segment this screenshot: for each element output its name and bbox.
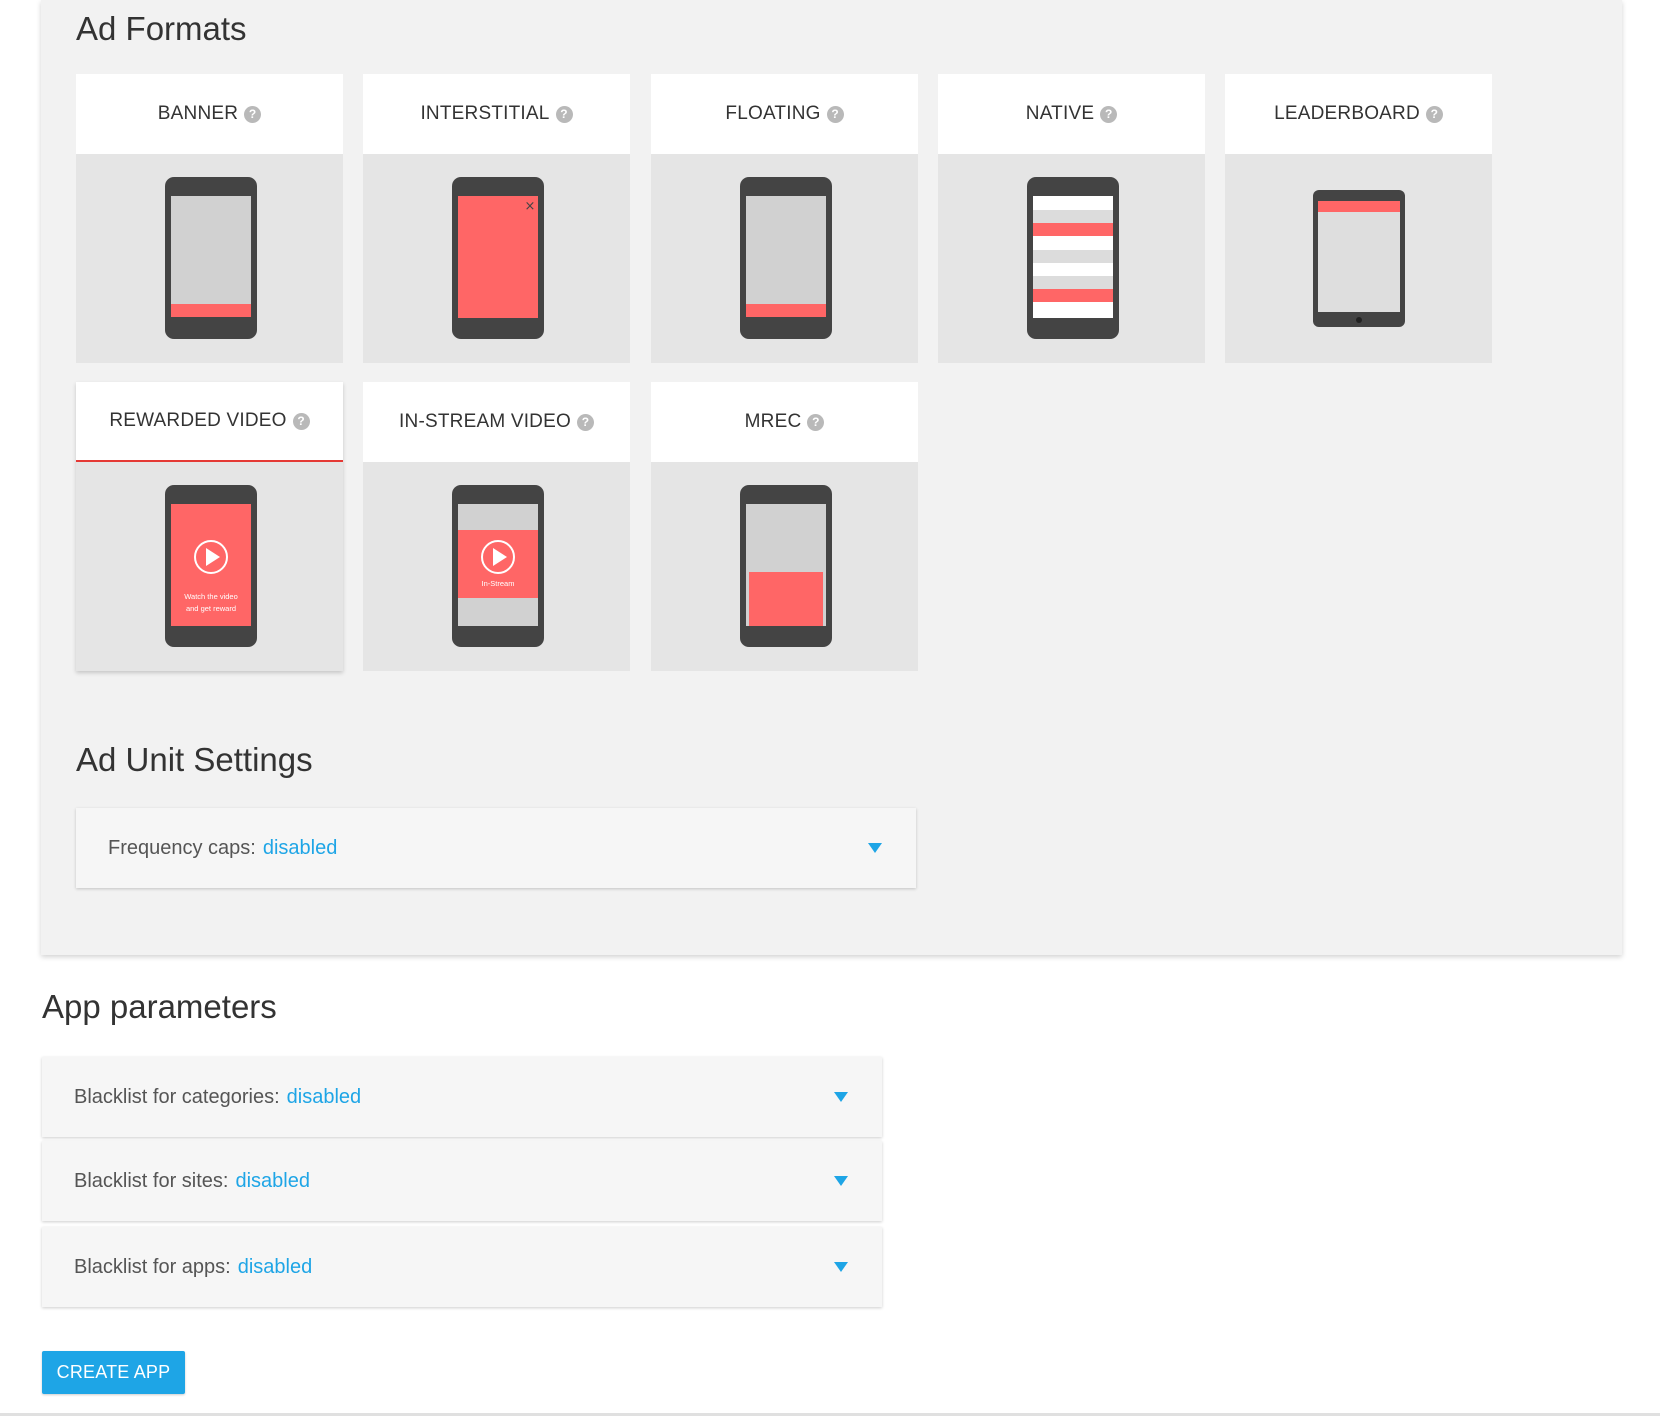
blacklist-sites-label: Blacklist for sites: <box>74 1169 229 1192</box>
help-icon[interactable]: ? <box>576 413 594 431</box>
app-parameters-title: App parameters <box>42 988 277 1025</box>
chevron-down-icon[interactable] <box>834 1092 848 1102</box>
ad-settings-panel: Ad Formats BANNER ? INTERSTITIAL ? × FLO… <box>41 0 1622 955</box>
ad-format-card-banner[interactable]: BANNER ? <box>76 74 343 363</box>
banner-phone-illustration <box>165 177 257 339</box>
chevron-down-icon[interactable] <box>834 1262 848 1272</box>
ad-formats-title: Ad Formats <box>76 10 247 47</box>
card-header: INTERSTITIAL ? <box>363 74 630 154</box>
help-icon[interactable]: ? <box>244 105 262 123</box>
create-app-button[interactable]: CREATE APP <box>42 1351 185 1394</box>
chevron-down-icon[interactable] <box>834 1176 848 1186</box>
frequency-caps-value: disabled <box>262 836 338 859</box>
blacklist-sites-accordion[interactable]: Blacklist for sites: disabled <box>42 1141 882 1221</box>
card-label: LEADERBOARD <box>1274 103 1420 124</box>
blacklist-apps-value: disabled <box>237 1255 313 1278</box>
card-header: FLOATING ? <box>651 74 918 154</box>
in-stream-video-phone-illustration: In-Stream <box>452 485 544 647</box>
card-header: BANNER ? <box>76 74 343 154</box>
card-label: FLOATING <box>725 103 821 124</box>
chevron-down-icon[interactable] <box>868 843 882 853</box>
card-label: INTERSTITIAL <box>420 103 550 124</box>
frequency-caps-accordion[interactable]: Frequency caps: disabled <box>76 808 916 888</box>
card-header: REWARDED VIDEO ? <box>76 382 343 462</box>
card-label: MREC <box>744 411 802 432</box>
card-header: IN-STREAM VIDEO ? <box>363 382 630 462</box>
blacklist-categories-label: Blacklist for categories: <box>74 1085 280 1108</box>
card-header: LEADERBOARD ? <box>1225 74 1492 154</box>
ad-format-card-mrec[interactable]: MREC ? <box>651 382 918 671</box>
video-caption-line2: and get reward <box>186 604 236 613</box>
frequency-caps-label: Frequency caps: <box>108 836 256 859</box>
ad-format-card-native[interactable]: NATIVE ? <box>938 74 1205 363</box>
blacklist-categories-value: disabled <box>286 1085 362 1108</box>
close-icon: × <box>525 199 536 214</box>
leaderboard-tablet-illustration <box>1313 190 1405 327</box>
card-label: REWARDED VIDEO <box>109 410 287 431</box>
interstitial-phone-illustration: × <box>452 177 544 339</box>
help-icon[interactable]: ? <box>555 105 573 123</box>
help-icon[interactable]: ? <box>826 105 844 123</box>
ad-format-card-rewarded-video[interactable]: REWARDED VIDEO ? Watch the video and get… <box>76 382 343 671</box>
card-header: MREC ? <box>651 382 918 462</box>
card-label: BANNER <box>157 103 239 124</box>
floating-phone-illustration <box>740 177 832 339</box>
help-icon[interactable]: ? <box>1100 105 1118 123</box>
card-header: NATIVE ? <box>938 74 1205 154</box>
video-caption-line1: Watch the video <box>184 592 238 601</box>
card-label: NATIVE <box>1025 103 1095 124</box>
blacklist-sites-value: disabled <box>235 1169 310 1192</box>
native-phone-illustration <box>1027 177 1119 339</box>
help-icon[interactable]: ? <box>1425 105 1443 123</box>
ad-format-card-floating[interactable]: FLOATING ? <box>651 74 918 363</box>
ad-format-card-in-stream-video[interactable]: IN-STREAM VIDEO ? In-Stream <box>363 382 630 671</box>
help-icon[interactable]: ? <box>807 413 825 431</box>
card-label: IN-STREAM VIDEO <box>399 411 571 432</box>
ad-unit-settings-title: Ad Unit Settings <box>76 741 313 778</box>
rewarded-video-phone-illustration: Watch the video and get reward <box>165 485 257 647</box>
help-icon[interactable]: ? <box>292 412 310 430</box>
blacklist-apps-accordion[interactable]: Blacklist for apps: disabled <box>42 1227 882 1307</box>
in-stream-caption: In-Stream <box>482 579 515 588</box>
blacklist-apps-label: Blacklist for apps: <box>74 1255 231 1278</box>
ad-format-card-interstitial[interactable]: INTERSTITIAL ? × <box>363 74 630 363</box>
ad-format-card-leaderboard[interactable]: LEADERBOARD ? <box>1225 74 1492 363</box>
mrec-phone-illustration <box>740 485 832 647</box>
blacklist-categories-accordion[interactable]: Blacklist for categories: disabled <box>42 1057 882 1137</box>
